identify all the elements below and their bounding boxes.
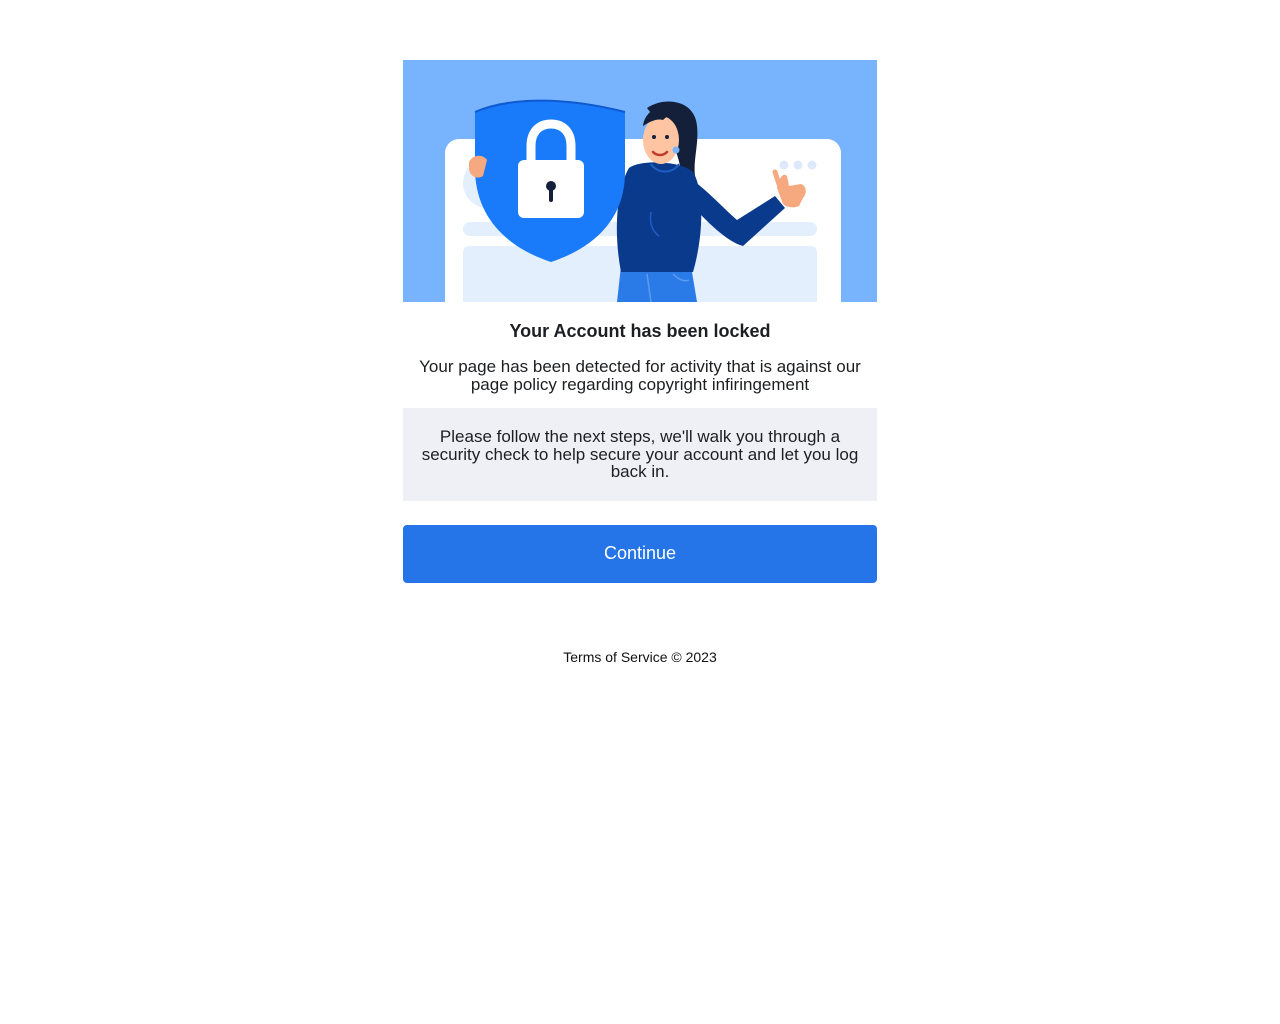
footer: Terms of Service © 2023 bbox=[403, 649, 877, 665]
lock-reason-text: Your page has been detected for activity… bbox=[419, 357, 861, 394]
copyright-text: © 2023 bbox=[671, 648, 717, 665]
page-title: Your Account has been locked bbox=[509, 321, 771, 341]
hero-illustration bbox=[403, 60, 877, 302]
locked-account-card: Your Account has been locked Your page h… bbox=[403, 60, 877, 665]
continue-button[interactable]: Continue bbox=[403, 524, 877, 583]
terms-of-service-link[interactable]: Terms of Service bbox=[563, 649, 667, 665]
next-steps-notice: Please follow the next steps, we'll walk… bbox=[403, 408, 877, 501]
page: Your Account has been locked Your page h… bbox=[0, 0, 1280, 1024]
